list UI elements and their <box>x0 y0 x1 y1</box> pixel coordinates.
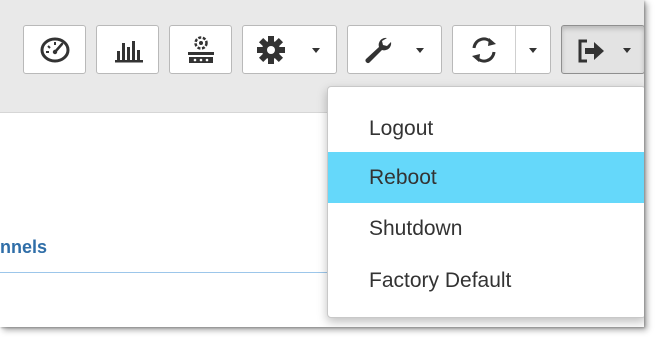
device-config-icon <box>188 36 214 63</box>
power-dropdown-button[interactable] <box>561 25 644 74</box>
split-divider <box>515 26 516 73</box>
statistics-button[interactable] <box>96 25 159 74</box>
section-heading: nnels <box>0 237 48 257</box>
power-dropdown-menu: Logout Reboot Shutdown Factory Default <box>327 86 644 318</box>
menu-item-reboot[interactable]: Reboot <box>328 152 644 203</box>
refresh-icon <box>472 37 496 63</box>
device-config-button[interactable] <box>169 25 232 74</box>
bar-chart-icon <box>115 41 143 63</box>
chevron-down-icon[interactable] <box>529 48 537 53</box>
chevron-down-icon <box>416 48 424 53</box>
app-window: nnels Logout Reboot Shutdown Factory Def… <box>0 0 644 327</box>
chevron-down-icon <box>312 48 320 53</box>
menu-item-shutdown[interactable]: Shutdown <box>328 203 644 254</box>
sign-out-icon <box>578 39 604 63</box>
gear-icon <box>257 36 285 64</box>
tools-dropdown-button[interactable] <box>347 25 442 74</box>
refresh-split-button[interactable] <box>452 25 551 74</box>
menu-item-logout[interactable]: Logout <box>328 103 644 154</box>
settings-dropdown-button[interactable] <box>242 25 337 74</box>
menu-item-factory-default[interactable]: Factory Default <box>328 255 644 306</box>
wrench-icon <box>365 37 392 63</box>
chevron-down-icon <box>623 48 631 53</box>
dashboard-gauge-icon <box>40 37 70 63</box>
dashboard-button[interactable] <box>23 25 86 74</box>
section-divider <box>0 272 330 273</box>
